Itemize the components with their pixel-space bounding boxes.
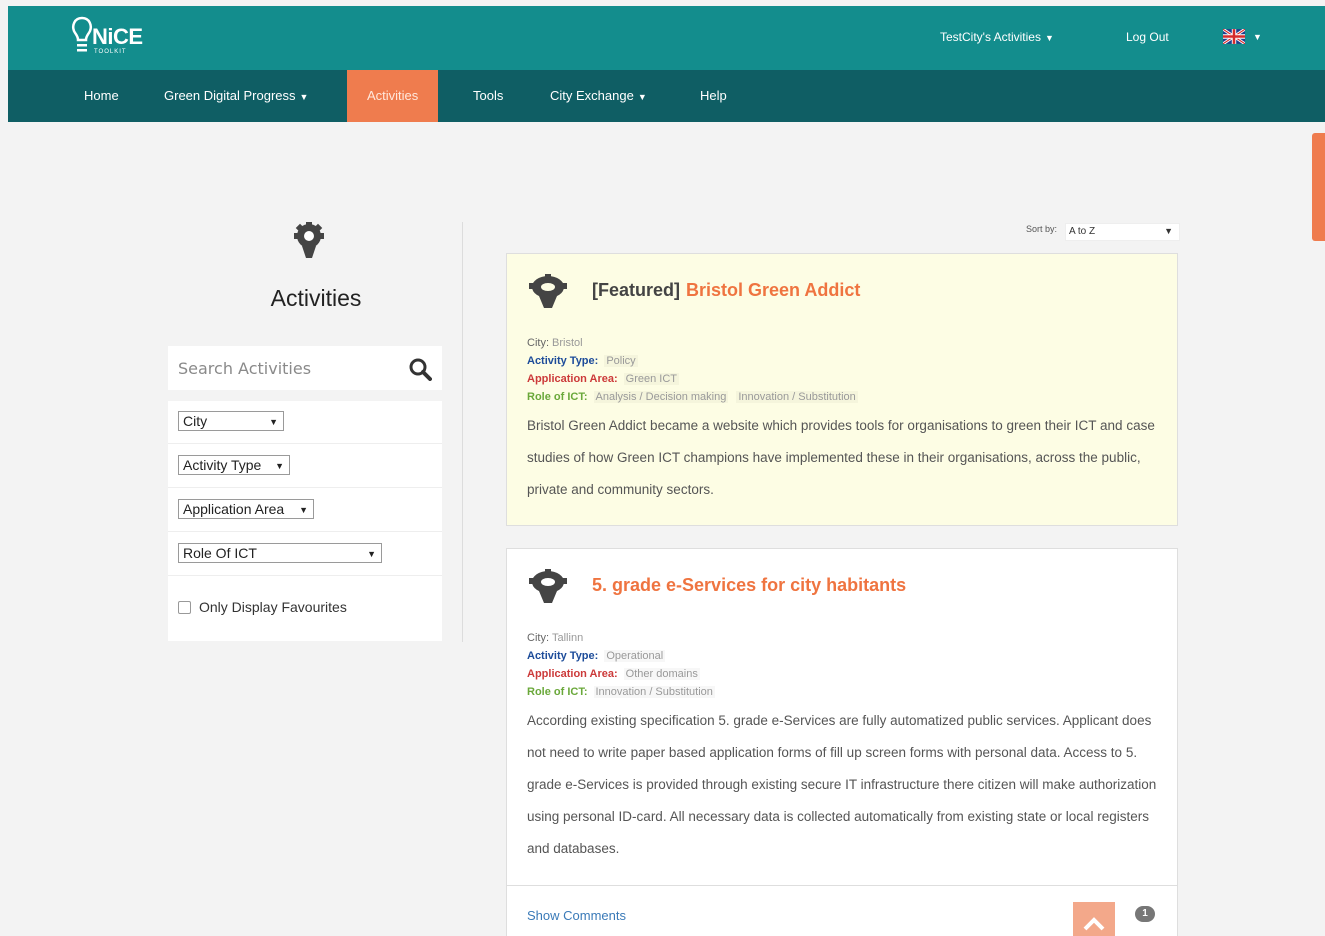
caret-down-icon: ▼ bbox=[275, 461, 284, 471]
sort-select-value: A to Z bbox=[1069, 226, 1096, 237]
activity-type-select[interactable]: Activity Type ▼ bbox=[178, 455, 290, 475]
logo-text: NiCE bbox=[92, 24, 143, 49]
meta-value: Tallinn bbox=[552, 632, 584, 644]
nav-activities[interactable]: Activities bbox=[347, 70, 439, 122]
user-activities-menu[interactable]: TestCity's Activities ▼ bbox=[940, 30, 1054, 44]
meta-key: City: bbox=[527, 632, 549, 644]
role-of-ict-select[interactable]: Role Of ICT ▼ bbox=[178, 543, 382, 563]
uk-flag-icon bbox=[1222, 27, 1246, 46]
page: NiCE TOOLKIT TestCity's Activities ▼ Log … bbox=[8, 6, 1325, 936]
nav-home[interactable]: Home bbox=[64, 70, 139, 122]
favourites-filter[interactable]: Only Display Favourites bbox=[178, 599, 347, 615]
meta-key: City: bbox=[527, 337, 549, 349]
caret-down-icon: ▼ bbox=[299, 505, 308, 515]
caret-down-icon: ▼ bbox=[1253, 32, 1262, 42]
activity-type-select-value: Activity Type bbox=[183, 457, 262, 473]
filter-row: Application Area ▼ bbox=[168, 489, 442, 532]
role-of-ict-select-value: Role Of ICT bbox=[183, 545, 257, 561]
city-select-value: City bbox=[183, 413, 208, 429]
meta-key: Application Area: bbox=[527, 373, 618, 385]
meta-role-of-ict: Role of ICT: Innovation / Substitution bbox=[527, 683, 715, 701]
activity-card: 5. grade e-Services for city habitants C… bbox=[506, 548, 1178, 936]
logo-subtext: TOOLKIT bbox=[94, 49, 127, 55]
nav-label: Green Digital Progress bbox=[164, 88, 296, 103]
feedback-tab[interactable] bbox=[1312, 133, 1325, 241]
meta-value: Bristol bbox=[552, 337, 583, 349]
caret-down-icon: ▼ bbox=[269, 417, 278, 427]
user-activities-label: TestCity's Activities bbox=[940, 30, 1041, 44]
featured-label: [Featured] bbox=[592, 280, 681, 300]
top-header: NiCE TOOLKIT TestCity's Activities ▼ Log … bbox=[8, 6, 1325, 70]
meta-value: Green ICT bbox=[625, 373, 678, 385]
filter-row: Role Of ICT ▼ bbox=[168, 533, 442, 576]
nav-city-exchange[interactable]: City Exchange ▼ bbox=[530, 70, 667, 122]
favourites-label: Only Display Favourites bbox=[199, 599, 347, 615]
show-comments-link[interactable]: Show Comments bbox=[527, 908, 626, 923]
caret-down-icon: ▼ bbox=[299, 92, 309, 102]
main-nav: Home Green Digital Progress ▼ Activities … bbox=[8, 70, 1325, 122]
scroll-to-top-button[interactable] bbox=[1073, 902, 1115, 936]
logo[interactable]: NiCE TOOLKIT bbox=[70, 12, 160, 62]
activity-card-featured: [Featured] Bristol Green Addict City: Bris… bbox=[506, 253, 1178, 526]
sidebar-title: Activities bbox=[270, 285, 362, 311]
meta-key: Role of ICT: bbox=[527, 686, 588, 698]
meta-value: Analysis / Decision making bbox=[595, 391, 727, 403]
activity-title-link[interactable]: [Featured] Bristol Green Addict bbox=[592, 280, 860, 301]
application-area-select[interactable]: Application Area ▼ bbox=[178, 499, 314, 519]
lightbulb-icon bbox=[72, 16, 92, 52]
filter-row: Activity Type ▼ bbox=[168, 445, 442, 488]
meta-role-of-ict: Role of ICT: Analysis / Decision making In… bbox=[527, 388, 858, 406]
meta-value: Policy bbox=[606, 355, 636, 367]
meta-key: Role of ICT: bbox=[527, 391, 588, 403]
nav-label: City Exchange bbox=[550, 88, 634, 103]
meta-application-area: Application Area: Other domains bbox=[527, 665, 700, 683]
filter-row: City ▼ bbox=[168, 401, 442, 444]
meta-activity-type: Activity Type: Policy bbox=[527, 352, 638, 370]
meta-key: Activity Type: bbox=[527, 355, 599, 367]
meta-city: City: Bristol bbox=[527, 334, 583, 352]
nav-green-digital-progress[interactable]: Green Digital Progress ▼ bbox=[144, 70, 328, 122]
meta-value: Innovation / Substitution bbox=[738, 391, 856, 403]
sidebar-divider bbox=[462, 222, 463, 642]
gear-bulb-icon bbox=[529, 569, 567, 603]
chevron-up-icon bbox=[1083, 917, 1105, 931]
activity-title: Bristol Green Addict bbox=[686, 280, 861, 300]
caret-down-icon: ▼ bbox=[1044, 33, 1054, 43]
search-box bbox=[168, 346, 442, 390]
nav-tools[interactable]: Tools bbox=[453, 70, 523, 122]
meta-city: City: Tallinn bbox=[527, 629, 583, 647]
caret-down-icon: ▼ bbox=[367, 549, 376, 559]
meta-application-area: Application Area: Green ICT bbox=[527, 370, 679, 388]
city-select[interactable]: City ▼ bbox=[178, 411, 284, 431]
meta-value: Innovation / Substitution bbox=[595, 686, 713, 698]
meta-key: Application Area: bbox=[527, 668, 618, 680]
gear-bulb-icon bbox=[294, 222, 324, 258]
caret-down-icon: ▼ bbox=[637, 92, 647, 102]
nav-help[interactable]: Help bbox=[680, 70, 747, 122]
caret-down-icon: ▼ bbox=[1164, 226, 1173, 236]
card-footer: Show Comments 1 bbox=[507, 885, 1177, 936]
meta-value: Operational bbox=[606, 650, 664, 662]
activity-description: According existing specification 5. grad… bbox=[527, 713, 1157, 856]
meta-value: Other domains bbox=[625, 668, 698, 680]
search-input[interactable] bbox=[178, 356, 398, 380]
gear-bulb-icon bbox=[529, 274, 567, 308]
filter-panel: City ▼ Activity Type ▼ Application Area ▼ R… bbox=[168, 401, 442, 641]
meta-activity-type: Activity Type: Operational bbox=[527, 647, 665, 665]
activity-title-link[interactable]: 5. grade e-Services for city habitants bbox=[592, 575, 906, 596]
comment-count-badge: 1 bbox=[1135, 906, 1155, 922]
sort-label: Sort by: bbox=[1026, 224, 1058, 234]
search-icon[interactable] bbox=[408, 357, 432, 381]
favourites-checkbox[interactable] bbox=[178, 601, 191, 614]
application-area-select-value: Application Area bbox=[183, 501, 285, 517]
activity-description: Bristol Green Addict became a website wh… bbox=[527, 418, 1155, 497]
language-selector[interactable]: ▼ bbox=[1222, 27, 1262, 46]
logout-link[interactable]: Log Out bbox=[1126, 30, 1169, 44]
sort-select[interactable]: A to Z ▼ bbox=[1065, 223, 1180, 241]
meta-key: Activity Type: bbox=[527, 650, 599, 662]
